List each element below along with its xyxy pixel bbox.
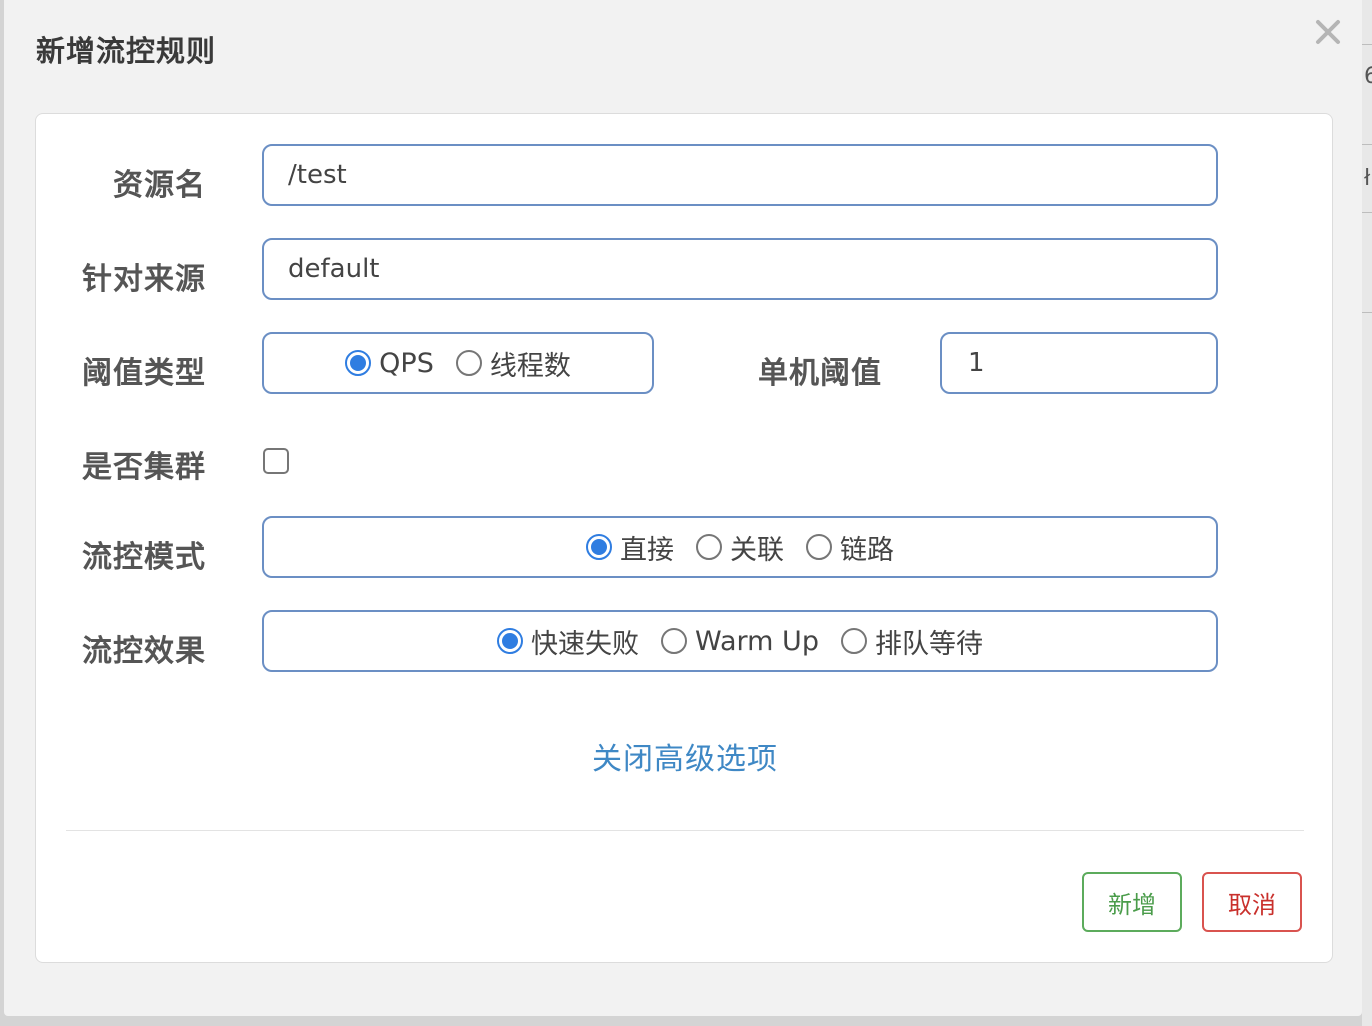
flow-effect-label: 流控效果: [82, 634, 206, 669]
radio-label: 线程数: [489, 350, 571, 382]
cluster-checkbox[interactable]: [263, 448, 289, 474]
close-advanced-options-link[interactable]: 关闭高级选项: [36, 734, 1334, 778]
add-flow-rule-dialog: 新增流控规则 资源名 针对来源 阈值类型 QPS 线程数: [4, 0, 1362, 1016]
radio-label: 链路: [840, 534, 894, 566]
dialog-title: 新增流控规则: [36, 34, 217, 68]
radio-label: 排队等待: [874, 628, 983, 660]
radio-checked-icon: [497, 628, 524, 654]
threshold-type-qps[interactable]: QPS: [345, 348, 434, 379]
threshold-type-group: QPS 线程数: [262, 332, 654, 394]
flow-effect-warm-up[interactable]: Warm Up: [661, 626, 819, 657]
background-text: 6: [1364, 64, 1372, 89]
single-threshold-label: 单机阈值: [758, 356, 882, 391]
resource-input[interactable]: [262, 144, 1218, 206]
flow-mode-relate[interactable]: 关联: [696, 528, 784, 567]
single-threshold-input[interactable]: [940, 332, 1218, 394]
background-divider: [1362, 144, 1372, 145]
radio-unchecked-icon: [696, 534, 722, 560]
background-divider: [1362, 44, 1372, 45]
flow-effect-fast-fail[interactable]: 快速失败: [497, 622, 639, 661]
background-divider: [1362, 212, 1372, 213]
radio-unchecked-icon: [806, 534, 832, 560]
flow-mode-direct[interactable]: 直接: [586, 528, 674, 567]
flow-mode-chain[interactable]: 链路: [806, 528, 894, 567]
add-button[interactable]: 新增: [1082, 872, 1182, 932]
cancel-button[interactable]: 取消: [1202, 872, 1302, 932]
radio-unchecked-icon: [455, 350, 482, 376]
origin-label: 针对来源: [82, 262, 206, 297]
radio-label: Warm Up: [695, 625, 819, 657]
close-icon[interactable]: [1310, 14, 1346, 50]
origin-input[interactable]: [262, 238, 1218, 300]
threshold-type-label: 阈值类型: [82, 356, 206, 391]
radio-unchecked-icon: [840, 628, 867, 654]
cluster-label: 是否集群: [82, 450, 206, 485]
radio-label: 直接: [620, 534, 674, 566]
radio-unchecked-icon: [661, 628, 688, 654]
threshold-type-thread[interactable]: 线程数: [455, 344, 571, 383]
flow-effect-group: 快速失败 Warm Up 排队等待: [262, 610, 1218, 672]
footer-divider: [66, 830, 1304, 831]
flow-mode-group: 直接 关联 链路: [262, 516, 1218, 578]
radio-label: QPS: [379, 347, 434, 379]
flow-mode-label: 流控模式: [82, 540, 206, 575]
flow-effect-queue[interactable]: 排队等待: [840, 622, 983, 661]
radio-checked-icon: [586, 534, 612, 560]
background-text: ł: [1364, 166, 1371, 191]
background-divider: [1362, 312, 1372, 313]
background-page: [1362, 0, 1372, 1026]
resource-label: 资源名: [113, 168, 206, 203]
radio-label: 关联: [730, 534, 784, 566]
form-panel: 资源名 针对来源 阈值类型 QPS 线程数 单机阈值 是否集群: [35, 113, 1333, 963]
radio-label: 快速失败: [531, 628, 640, 660]
radio-checked-icon: [345, 350, 372, 376]
